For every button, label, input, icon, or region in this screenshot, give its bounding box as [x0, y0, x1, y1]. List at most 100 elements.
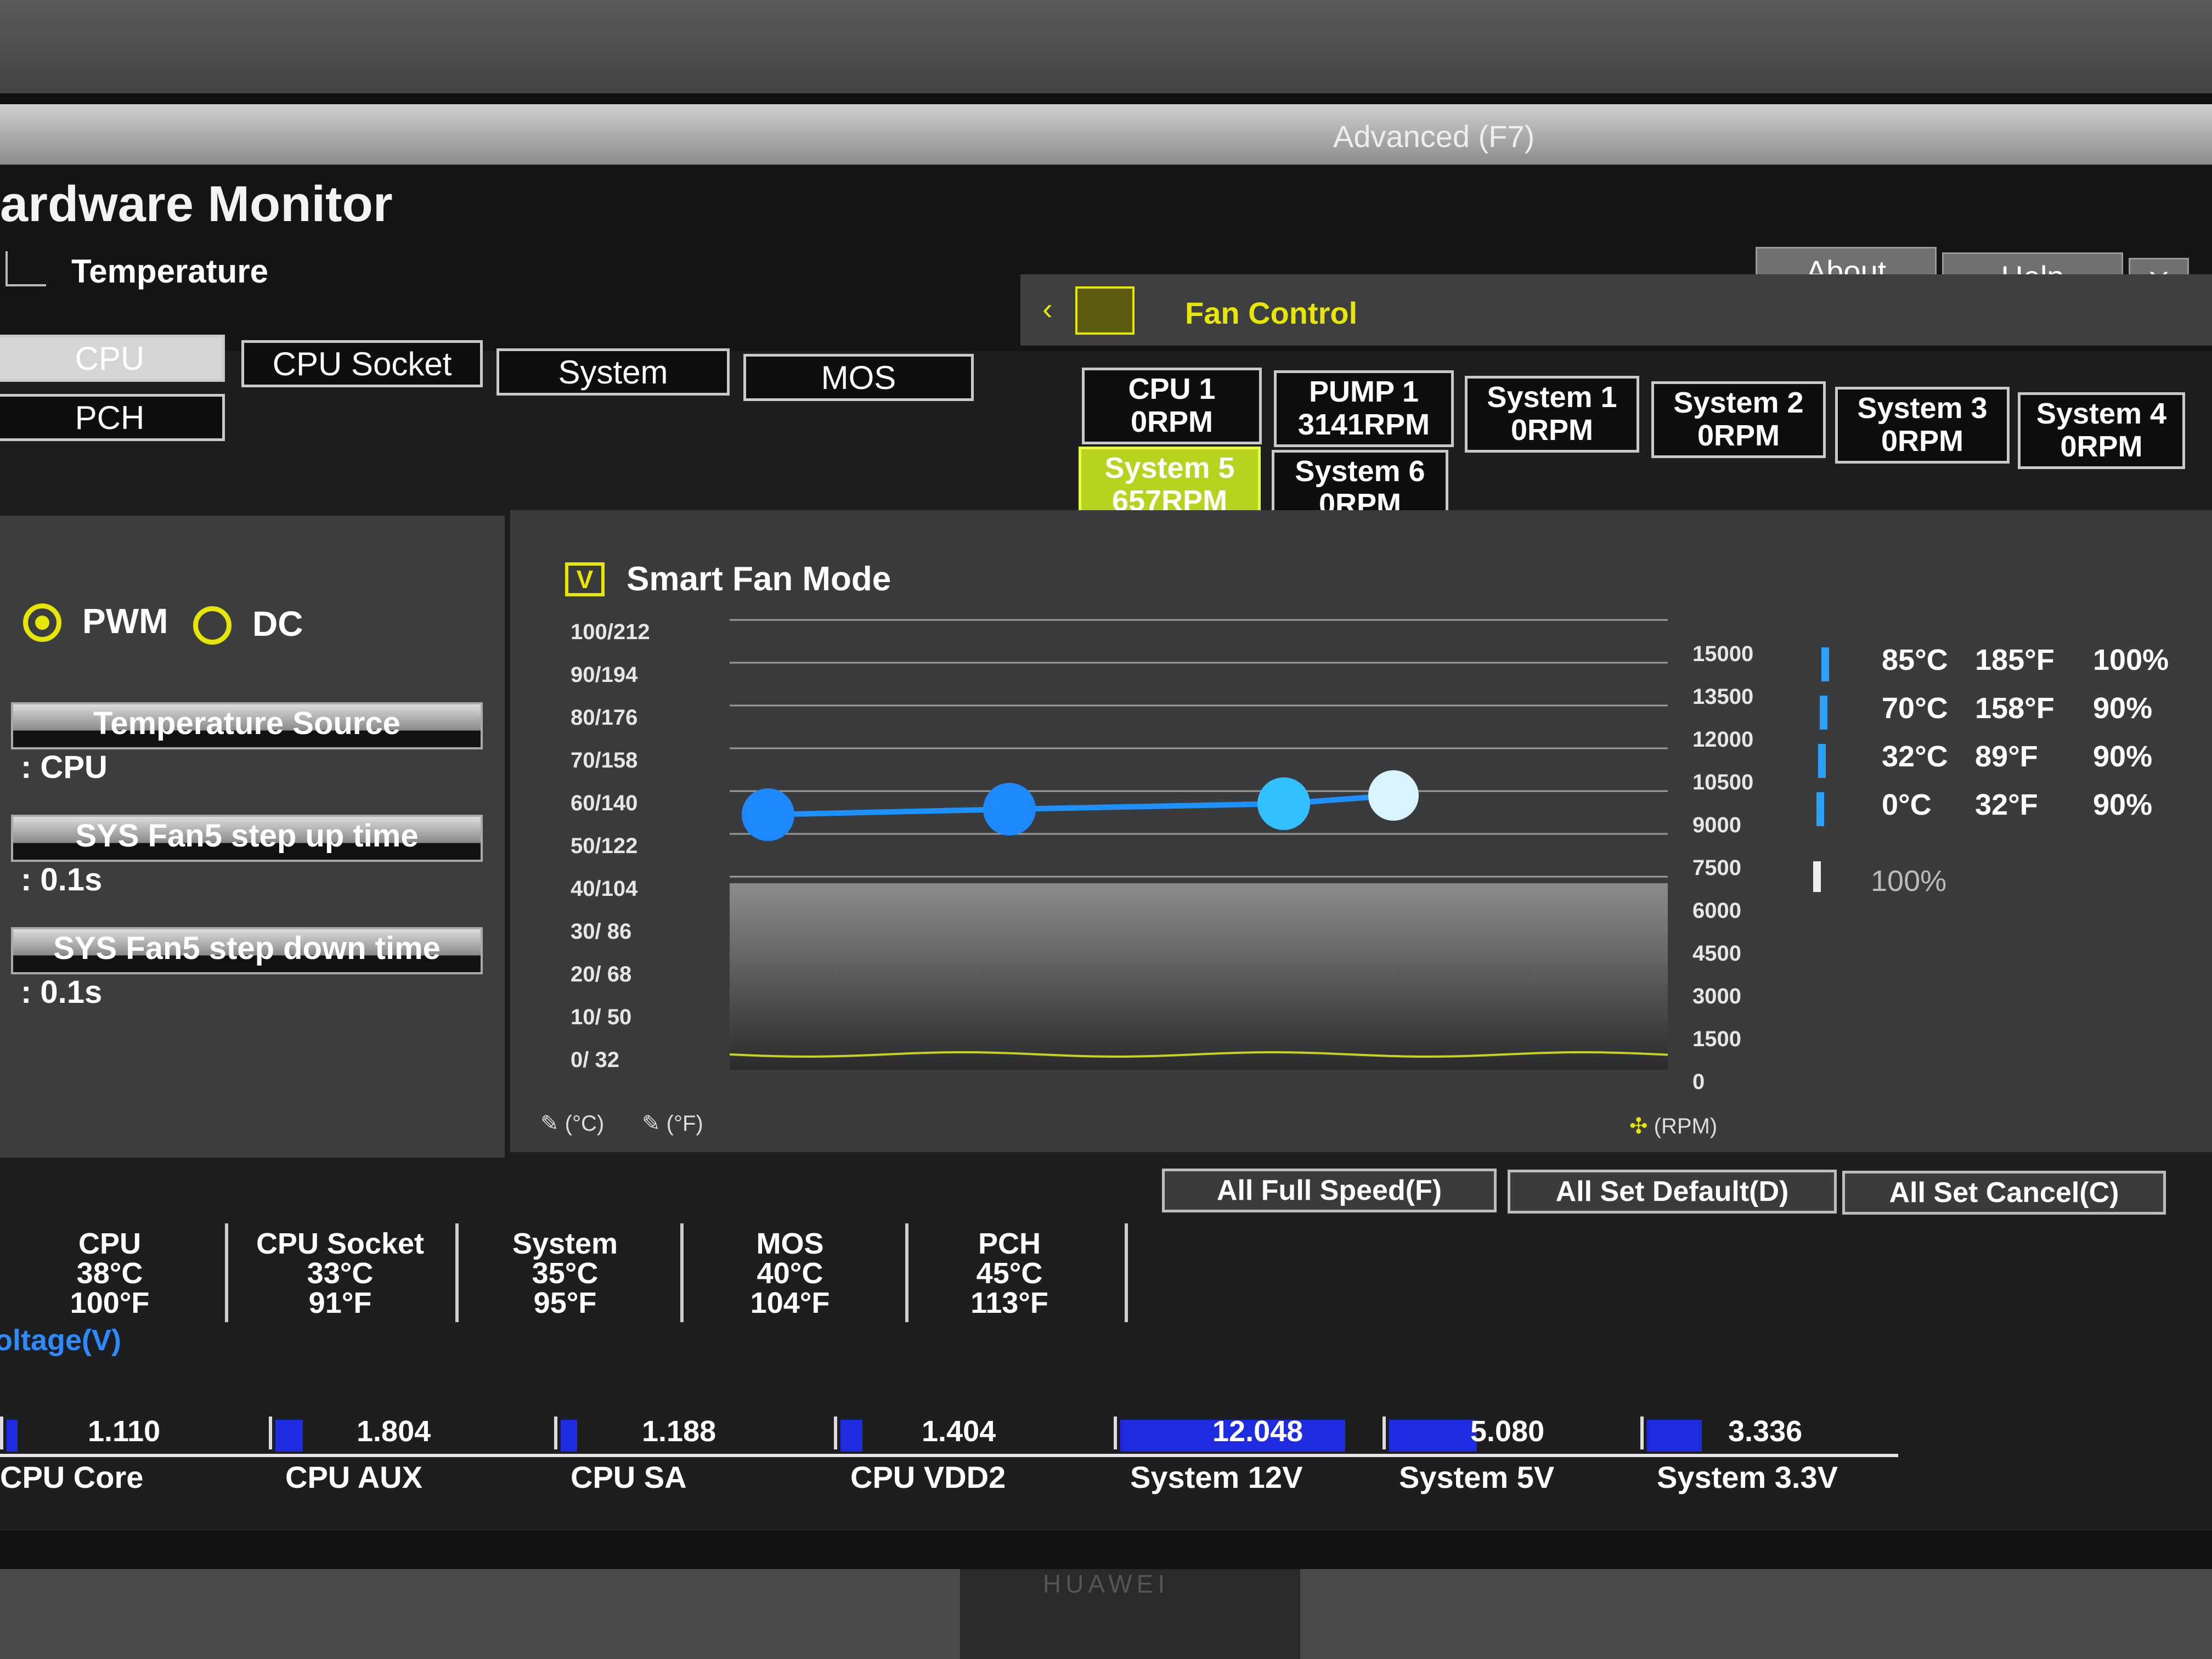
sensor-name: MOS — [756, 1227, 824, 1260]
fan-button-system1[interactable]: System 1 0RPM — [1465, 376, 1639, 453]
voltage-value: 12.048 — [1212, 1415, 1304, 1448]
all-set-default-button[interactable]: All Set Default(D) — [1508, 1170, 1837, 1214]
all-set-cancel-button[interactable]: All Set Cancel(C) — [1842, 1171, 2166, 1215]
voltage-value: 1.188 — [642, 1415, 716, 1448]
temperature-source-value: : CPU — [21, 749, 108, 785]
voltage-bar — [1389, 1420, 1477, 1452]
temperature-tick: 20/ 68 — [571, 962, 632, 986]
bios-screen: Advanced (F7) ardware Monitor Temperatur… — [0, 104, 2212, 1531]
fan-button-system3[interactable]: System 3 0RPM — [1835, 387, 2010, 464]
sensor-f: 95°F — [533, 1286, 597, 1319]
rpm-tick: 6000 — [1692, 899, 1741, 923]
voltage-bar — [7, 1420, 18, 1452]
curve-point[interactable] — [1368, 770, 1419, 821]
sensor-c: 40°C — [757, 1257, 823, 1290]
tab-cpu[interactable]: CPU — [0, 335, 225, 382]
fan-control-header: ‹ › Fan Control — [1020, 274, 2212, 346]
voltage-value: 1.404 — [922, 1415, 996, 1448]
smart-fan-mode-label: Smart Fan Mode — [627, 560, 891, 598]
legend-c: 85°C — [1882, 644, 1948, 676]
curve-point[interactable] — [983, 783, 1036, 836]
voltage-bar — [561, 1420, 577, 1452]
sensor-divider — [1125, 1223, 1128, 1322]
rpm-tick: 12000 — [1692, 727, 1754, 752]
tab-mos[interactable]: MOS — [743, 354, 974, 401]
tab-system[interactable]: System — [496, 348, 730, 396]
fahrenheit-unit: ✎ (°F) — [642, 1111, 703, 1136]
step-up-time-button[interactable]: SYS Fan5 step up time — [11, 815, 483, 862]
legend-c: 70°C — [1882, 692, 1948, 725]
extra-legend-bar — [1813, 861, 1821, 892]
celsius-unit: ✎ (°C) — [540, 1111, 605, 1136]
sensor-cpu[interactable]: CPU 38°C 100°F — [5, 1229, 214, 1318]
advanced-tab[interactable]: Advanced (F7) — [1333, 119, 1534, 154]
sensor-pch[interactable]: PCH 45°C 113°F — [905, 1229, 1114, 1318]
legend-pct: 90% — [2093, 740, 2153, 773]
fan-button-system4[interactable]: System 4 0RPM — [2018, 392, 2185, 469]
fan-curve-graph[interactable] — [730, 609, 1673, 1092]
temperature-tick: 60/140 — [571, 791, 638, 815]
temperature-tick: 90/194 — [571, 663, 638, 687]
dc-radio[interactable] — [193, 606, 232, 645]
temperature-tick: 40/104 — [571, 877, 638, 901]
temperature-source-button[interactable]: Temperature Source — [11, 702, 483, 749]
voltage-value: 3.336 — [1728, 1415, 1803, 1448]
sensor-divider — [455, 1223, 459, 1322]
curve-point[interactable] — [742, 788, 794, 841]
fan-button-pump1[interactable]: PUMP 1 3141RPM — [1274, 370, 1454, 447]
rpm-tick: 3000 — [1692, 984, 1741, 1008]
fan-button-system2[interactable]: System 2 0RPM — [1651, 381, 1826, 458]
sensor-cpu-socket[interactable]: CPU Socket 33°C 91°F — [236, 1229, 444, 1318]
sensor-f: 113°F — [970, 1286, 1048, 1319]
sensor-name: System — [512, 1227, 618, 1260]
legend-bar — [1821, 647, 1829, 681]
tab-cpu-socket[interactable]: CPU Socket — [241, 340, 483, 387]
sensor-f: 100°F — [70, 1286, 150, 1319]
voltage-value: 1.804 — [357, 1415, 431, 1448]
tab-pch[interactable]: PCH — [0, 394, 225, 441]
curve-point[interactable] — [1257, 777, 1310, 830]
step-up-time-value: : 0.1s — [21, 862, 103, 898]
sensor-name: CPU Socket — [256, 1227, 425, 1260]
voltage-name: CPU SA — [571, 1460, 687, 1494]
voltage-value: 1.110 — [88, 1415, 161, 1448]
legend-f: 32°F — [1975, 788, 2038, 821]
sensor-system[interactable]: System 35°C 95°F — [461, 1229, 669, 1318]
temperature-icon — [5, 251, 46, 286]
voltage-name: CPU VDD2 — [850, 1460, 1006, 1494]
sensor-c: 35°C — [532, 1257, 599, 1290]
sensor-c: 45°C — [976, 1257, 1043, 1290]
rpm-tick: 4500 — [1692, 941, 1741, 966]
sensor-name: PCH — [978, 1227, 1041, 1260]
monitor-brand: HUAWEI — [1042, 1570, 1170, 1598]
voltage-bar — [275, 1420, 303, 1452]
rpm-tick: 13500 — [1692, 685, 1754, 709]
smart-fan-mode-checkbox[interactable]: V — [565, 562, 605, 596]
sensor-divider — [680, 1223, 684, 1322]
temperature-tick: 80/176 — [571, 706, 638, 730]
temperature-tick: 0/ 32 — [571, 1048, 619, 1072]
extra-legend-value: 100% — [1871, 865, 1947, 898]
rpm-tick: 7500 — [1692, 856, 1741, 880]
voltage-name: CPU Core — [0, 1460, 144, 1494]
temperature-tick: 30/ 86 — [571, 919, 632, 944]
step-down-time-button[interactable]: SYS Fan5 step down time — [11, 927, 483, 974]
legend-bar — [1818, 744, 1826, 778]
voltage-name: System 3.3V — [1657, 1460, 1838, 1494]
fan-control-title: Fan Control — [1185, 296, 1358, 330]
voltage-name: System 12V — [1130, 1460, 1303, 1494]
rpm-unit: ✣ (RPM) — [1629, 1114, 1718, 1138]
dc-label: DC — [252, 604, 303, 644]
fan-button-cpu1[interactable]: CPU 1 0RPM — [1082, 368, 1262, 444]
sensor-divider — [225, 1223, 228, 1322]
rpm-tick: 10500 — [1692, 770, 1754, 794]
rpm-tick: 15000 — [1692, 642, 1754, 666]
sensor-c: 38°C — [76, 1257, 143, 1290]
legend-pct: 90% — [2093, 692, 2153, 725]
sensor-mos[interactable]: MOS 40°C 104°F — [686, 1229, 894, 1318]
sensor-f: 91°F — [308, 1286, 372, 1319]
voltage-bar — [1647, 1420, 1702, 1452]
pwm-radio[interactable] — [23, 603, 61, 642]
all-full-speed-button[interactable]: All Full Speed(F) — [1162, 1169, 1497, 1212]
voltage-value: 5.080 — [1470, 1415, 1545, 1448]
